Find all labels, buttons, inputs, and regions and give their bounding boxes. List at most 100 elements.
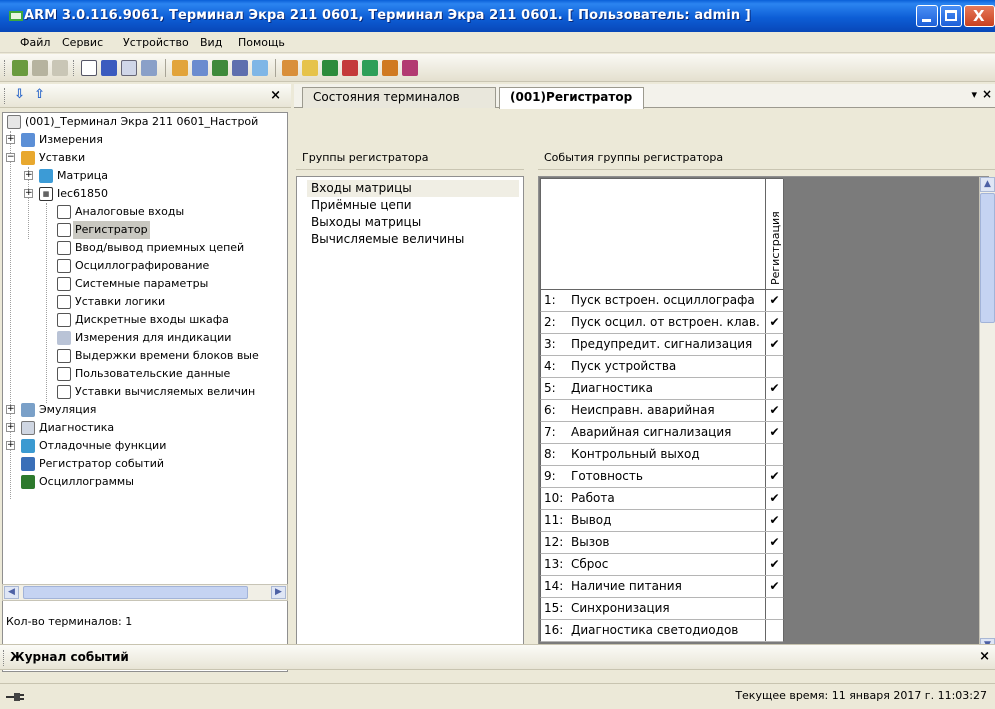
group-item[interactable]: Вычисляемые величины bbox=[307, 231, 519, 248]
expand-icon[interactable]: + bbox=[24, 171, 33, 180]
panel-close-icon[interactable]: × bbox=[270, 88, 281, 103]
event-row[interactable]: 15: Синхронизация bbox=[540, 598, 784, 620]
tools-icon[interactable] bbox=[382, 60, 398, 76]
scroll-up-icon[interactable]: ▲ bbox=[980, 177, 995, 192]
open-icon[interactable] bbox=[282, 60, 298, 76]
event-number: 14: bbox=[544, 579, 564, 593]
registration-checkbox[interactable] bbox=[765, 598, 784, 619]
event-row[interactable]: 2: Пуск осцил. от встроен. клав. ✔ bbox=[540, 312, 784, 334]
event-row[interactable]: 5: Диагностика ✔ bbox=[540, 378, 784, 400]
event-row[interactable]: 16: Диагностика светодиодов bbox=[540, 620, 784, 642]
connect-icon[interactable] bbox=[12, 60, 28, 76]
registration-checkbox[interactable] bbox=[765, 356, 784, 377]
expand-icon[interactable]: + bbox=[6, 405, 15, 414]
registration-checkbox[interactable]: ✔ bbox=[765, 554, 784, 575]
registration-checkbox[interactable]: ✔ bbox=[765, 422, 784, 443]
expand-icon[interactable]: + bbox=[6, 423, 15, 432]
list-icon[interactable] bbox=[81, 60, 97, 76]
registration-checkbox[interactable]: ✔ bbox=[765, 312, 784, 333]
disconnect-icon[interactable] bbox=[32, 60, 48, 76]
record-icon[interactable] bbox=[342, 60, 358, 76]
registration-checkbox[interactable] bbox=[765, 444, 784, 465]
event-name: Работа bbox=[571, 491, 615, 505]
event-row[interactable]: 10: Работа ✔ bbox=[540, 488, 784, 510]
tab-menu-icon[interactable]: ▾ bbox=[971, 88, 977, 101]
registration-checkbox[interactable]: ✔ bbox=[765, 378, 784, 399]
columns-icon[interactable] bbox=[121, 60, 137, 76]
toolbar-grip[interactable] bbox=[4, 60, 7, 76]
minimize-button[interactable] bbox=[916, 5, 938, 27]
event-row[interactable]: 1: Пуск встроен. осциллографа ✔ bbox=[540, 290, 784, 312]
panel-grip[interactable] bbox=[3, 650, 6, 666]
event-row[interactable]: 7: Аварийная сигнализация ✔ bbox=[540, 422, 784, 444]
registration-checkbox[interactable]: ✔ bbox=[765, 466, 784, 487]
expand-icon[interactable]: + bbox=[6, 441, 15, 450]
settings-tool-icon[interactable] bbox=[252, 60, 268, 76]
dropdown-tool-icon[interactable] bbox=[141, 60, 157, 76]
title-bar[interactable]: ARM 3.0.116.9061, Терминал Экра 211 0601… bbox=[0, 0, 995, 32]
filter-icon[interactable] bbox=[232, 60, 248, 76]
expand-icon[interactable]: + bbox=[24, 189, 33, 198]
registration-checkbox[interactable]: ✔ bbox=[765, 290, 784, 311]
scroll-left-icon[interactable]: ◀ bbox=[4, 586, 19, 599]
registration-checkbox[interactable]: ✔ bbox=[765, 576, 784, 597]
event-number: 16: bbox=[544, 623, 564, 637]
menu-view[interactable]: Вид bbox=[200, 36, 222, 49]
registration-checkbox[interactable]: ✔ bbox=[765, 510, 784, 531]
registration-checkbox[interactable]: ✔ bbox=[765, 532, 784, 553]
tab-registrator[interactable]: (001)Регистратор bbox=[499, 87, 644, 109]
registration-checkbox[interactable]: ✔ bbox=[765, 400, 784, 421]
arrow-down-icon[interactable]: ⇩ bbox=[14, 87, 25, 102]
tab-close-icon[interactable]: × bbox=[982, 87, 992, 101]
group-item[interactable]: Выходы матрицы bbox=[307, 214, 519, 231]
event-row[interactable]: 6: Неисправн. аварийная ✔ bbox=[540, 400, 784, 422]
group-item[interactable]: Приёмные цепи bbox=[307, 197, 519, 214]
current-time: Текущее время: 11 января 2017 г. 11:03:2… bbox=[735, 689, 987, 702]
tree-horizontal-scrollbar[interactable]: ◀ ▶ bbox=[2, 584, 288, 601]
registration-checkbox[interactable]: ✔ bbox=[765, 488, 784, 509]
window-icon[interactable] bbox=[101, 60, 117, 76]
matrix-icon bbox=[39, 169, 53, 183]
expand-icon[interactable]: + bbox=[6, 135, 15, 144]
event-name: Вызов bbox=[571, 535, 610, 549]
event-row[interactable]: 11: Вывод ✔ bbox=[540, 510, 784, 532]
event-row[interactable]: 9: Готовность ✔ bbox=[540, 466, 784, 488]
scroll-thumb[interactable] bbox=[23, 586, 248, 599]
arrow-up-icon[interactable]: ⇧ bbox=[34, 87, 45, 102]
panel-grip[interactable] bbox=[4, 88, 7, 104]
scroll-right-icon[interactable]: ▶ bbox=[271, 586, 286, 599]
registration-column-header[interactable]: Регистрация bbox=[765, 179, 784, 291]
menu-file[interactable]: Файл bbox=[20, 36, 50, 49]
groups-list[interactable]: Входы матрицы Приёмные цепи Выходы матри… bbox=[296, 176, 524, 654]
import-icon[interactable] bbox=[172, 60, 188, 76]
edit-icon[interactable] bbox=[302, 60, 318, 76]
event-row[interactable]: 12: Вызов ✔ bbox=[540, 532, 784, 554]
menu-service[interactable]: Сервис bbox=[62, 36, 103, 49]
group-item[interactable]: Входы матрицы bbox=[307, 180, 519, 197]
close-button[interactable]: X bbox=[964, 5, 995, 27]
collapse-icon[interactable]: − bbox=[6, 153, 15, 162]
toolbar-grip[interactable] bbox=[73, 60, 76, 76]
report-icon[interactable] bbox=[192, 60, 208, 76]
events-vertical-scrollbar[interactable]: ▲ ▼ bbox=[979, 177, 995, 653]
event-row[interactable]: 8: Контрольный выход bbox=[540, 444, 784, 466]
menu-help[interactable]: Помощь bbox=[238, 36, 285, 49]
event-row[interactable]: 3: Предупредит. сигнализация ✔ bbox=[540, 334, 784, 356]
maximize-button[interactable] bbox=[940, 5, 962, 27]
save-icon[interactable] bbox=[322, 60, 338, 76]
refresh-icon[interactable] bbox=[362, 60, 378, 76]
event-log-close-icon[interactable]: × bbox=[979, 649, 990, 664]
events-grid[interactable]: Регистрация 1: Пуск встроен. осциллографа… bbox=[538, 176, 989, 654]
event-row[interactable]: 14: Наличие питания ✔ bbox=[540, 576, 784, 598]
tree-root[interactable]: (001)_Терминал Экра 211 0601_Настрой bbox=[7, 113, 287, 131]
menu-device[interactable]: Устройство bbox=[123, 36, 189, 49]
tab-terminal-states[interactable]: Состояния терминалов bbox=[302, 87, 496, 108]
scroll-thumb[interactable] bbox=[980, 193, 995, 323]
grid-icon[interactable] bbox=[52, 60, 68, 76]
registration-checkbox[interactable]: ✔ bbox=[765, 334, 784, 355]
event-row[interactable]: 4: Пуск устройства bbox=[540, 356, 784, 378]
network-icon[interactable] bbox=[212, 60, 228, 76]
event-row[interactable]: 13: Сброс ✔ bbox=[540, 554, 784, 576]
export-icon[interactable] bbox=[402, 60, 418, 76]
registration-checkbox[interactable] bbox=[765, 620, 784, 641]
